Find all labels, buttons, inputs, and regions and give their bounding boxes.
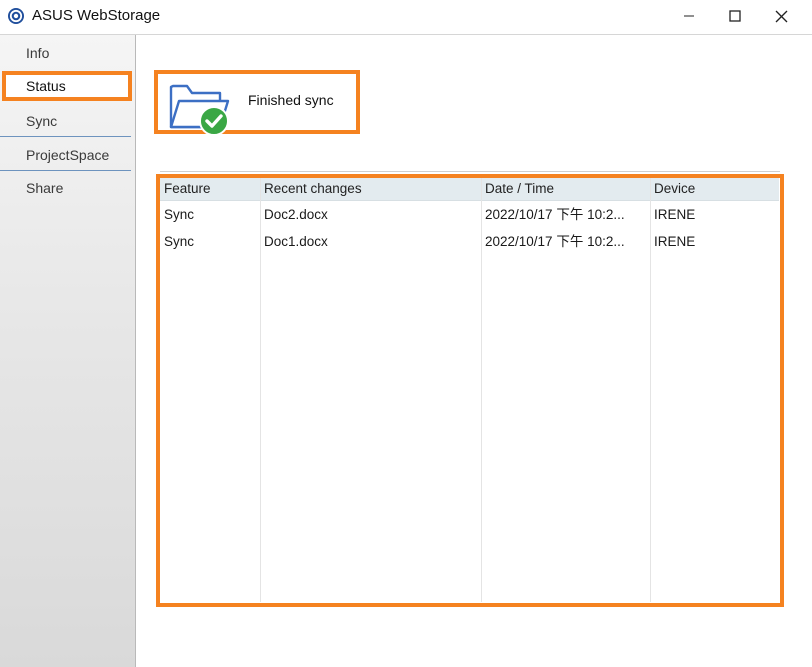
close-icon — [775, 10, 787, 22]
sidebar-item-label: Status — [26, 78, 66, 94]
column-header-device[interactable]: Device — [654, 178, 695, 200]
sidebar-item-label: Info — [26, 45, 50, 61]
table-row[interactable]: Sync Doc1.docx 2022/10/17 下午 10:2... IRE… — [160, 229, 779, 255]
table-header: Feature Recent changes Date / Time Devic… — [160, 178, 779, 201]
asus-webstorage-logo-icon — [8, 8, 24, 24]
sidebar-item-status[interactable]: Status — [0, 70, 132, 102]
sync-status-panel: Finished sync — [154, 70, 360, 136]
sidebar-item-sync[interactable]: Sync — [0, 105, 132, 137]
sidebar-item-label: ProjectSpace — [26, 147, 110, 163]
cell-feature: Sync — [164, 234, 195, 249]
maximize-button[interactable] — [712, 0, 758, 32]
sidebar-item-label: Sync — [26, 113, 58, 129]
minimize-icon — [684, 15, 694, 17]
cell-date-time: 2022/10/17 下午 10:2... — [485, 234, 625, 249]
maximize-icon — [729, 10, 741, 22]
sidebar-divider — [0, 136, 131, 137]
cell-recent-change: Doc2.docx — [264, 207, 328, 222]
column-header-feature[interactable]: Feature — [164, 178, 211, 200]
title-bar: ASUS WebStorage — [0, 0, 812, 35]
cell-device: IRENE — [654, 207, 696, 222]
cell-feature: Sync — [164, 207, 195, 222]
sidebar: Info Status Sync ProjectSpace Share — [0, 35, 136, 667]
sidebar-item-label: Share — [26, 180, 64, 196]
column-header-recent-changes[interactable]: Recent changes — [264, 178, 362, 200]
cell-date-time: 2022/10/17 下午 10:2... — [485, 207, 625, 222]
column-header-date-time[interactable]: Date / Time — [485, 178, 554, 200]
window-title: ASUS WebStorage — [32, 7, 161, 24]
minimize-button[interactable] — [666, 0, 712, 32]
sidebar-item-info[interactable]: Info — [0, 37, 132, 69]
close-button[interactable] — [758, 0, 804, 32]
sidebar-item-share[interactable]: Share — [0, 172, 132, 204]
table-row[interactable]: Sync Doc2.docx 2022/10/17 下午 10:2... IRE… — [160, 202, 779, 228]
table-top-rule — [160, 171, 780, 172]
cell-device: IRENE — [654, 234, 696, 249]
sidebar-item-projectspace[interactable]: ProjectSpace — [0, 139, 132, 171]
sidebar-divider — [0, 170, 131, 171]
sync-status-text: Finished sync — [248, 92, 334, 108]
cell-recent-change: Doc1.docx — [264, 234, 328, 249]
folder-sync-complete-icon — [169, 84, 230, 136]
